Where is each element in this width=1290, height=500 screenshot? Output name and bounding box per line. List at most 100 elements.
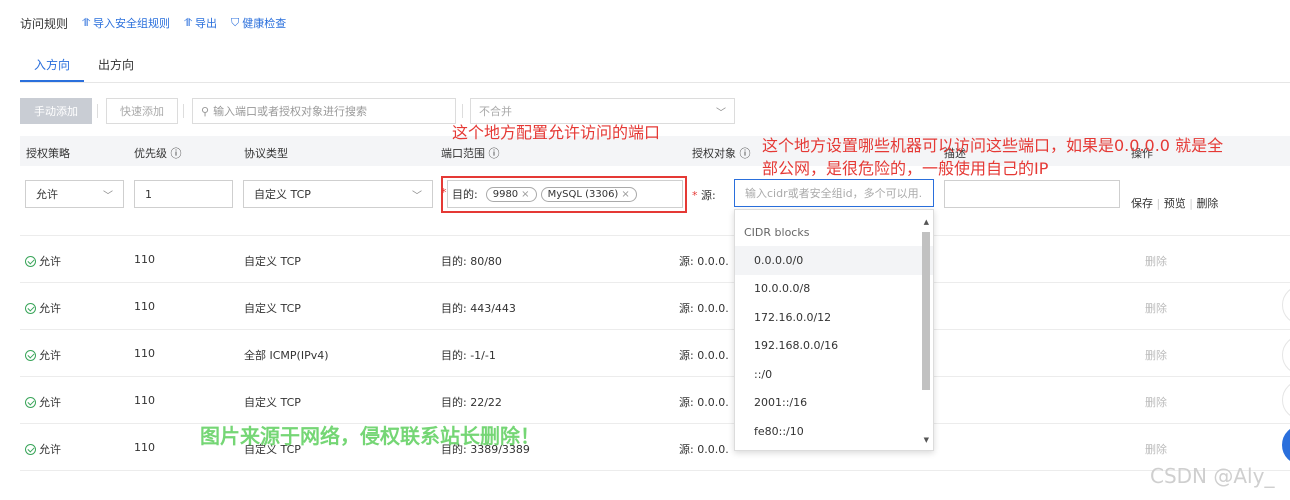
upload-icon: ⥣ <box>82 16 91 29</box>
priority-cell: 110 <box>134 253 155 266</box>
search-icon: ⚲ <box>201 104 210 118</box>
required-mark: * <box>692 189 698 202</box>
col-priority: 优先级 ⓘ <box>134 145 182 161</box>
export-icon: ⥣ <box>184 16 193 29</box>
dropdown-option[interactable]: 192.168.0.0/16 <box>735 332 933 361</box>
port-cell: 目的: 80/80 <box>441 255 502 268</box>
chevron-down-icon: ﹀ <box>103 190 113 202</box>
import-rules-label: 导入安全组规则 <box>93 17 171 30</box>
merge-select[interactable]: 不合并 ﹀ <box>470 98 735 124</box>
tab-outbound[interactable]: 出方向 <box>84 56 148 80</box>
chevron-down-icon: ﹀ <box>412 190 422 202</box>
policy-select[interactable]: 允许 ﹀ <box>25 180 124 208</box>
info-icon: ⓘ <box>739 147 751 160</box>
dropdown-group-label: CIDR blocks <box>744 225 810 239</box>
info-icon: ⓘ <box>488 147 500 160</box>
page-toolbar: 访问规则 ⥣ 导入安全组规则 ⥣ 导出 ⛉ 健康检查 <box>20 14 286 32</box>
search-input[interactable]: ⚲ 输入端口或者授权对象进行搜索 <box>192 98 456 124</box>
delete-link[interactable]: 删除 <box>1145 441 1167 457</box>
delete-link[interactable]: 删除 <box>1145 253 1167 269</box>
floating-button[interactable] <box>1282 335 1290 375</box>
dropdown-option[interactable]: 2001::/16 <box>735 389 933 418</box>
policy-cell: 允许 <box>25 253 61 269</box>
protocol-cell: 自定义 TCP <box>244 396 301 409</box>
dropdown-option[interactable]: ::/0 <box>735 360 933 389</box>
shield-icon: ⛉ <box>231 16 240 29</box>
tab-inbound[interactable]: 入方向 <box>20 56 84 80</box>
row-divider <box>20 376 1290 377</box>
delete-link[interactable]: 删除 <box>1196 197 1218 210</box>
dropdown-option[interactable]: 0.0.0.0/0 <box>735 246 933 275</box>
floating-button[interactable] <box>1282 285 1290 325</box>
floating-button[interactable] <box>1282 380 1290 420</box>
edit-actions: 保存 | 预览 | 删除 <box>1131 195 1218 211</box>
policy-cell: 允许 <box>25 441 61 457</box>
toolbar-divider <box>97 104 98 118</box>
cidr-dropdown: CIDR blocks 0.0.0.0/0 10.0.0.0/8 172.16.… <box>734 209 934 451</box>
annotation-source-line2: 部公网，是很危险的，一般使用自己的IP <box>762 159 1049 178</box>
protocol-cell: 自定义 TCP <box>244 302 301 315</box>
watermark-text: 图片来源于网络，侵权联系站长删除！ <box>200 424 540 448</box>
policy-cell: 允许 <box>25 394 61 410</box>
dropdown-option[interactable]: 172.16.0.0/12 <box>735 303 933 332</box>
credit-text: CSDN @Aly_ <box>1150 464 1275 488</box>
chevron-down-icon: ﹀ <box>716 107 726 119</box>
protocol-cell: 自定义 TCP <box>244 255 301 268</box>
annotation-port: 这个地方配置允许访问的端口 <box>452 123 661 142</box>
col-source: 授权对象 ⓘ <box>692 145 751 161</box>
check-circle-icon <box>25 303 36 314</box>
delete-link[interactable]: 删除 <box>1145 300 1167 316</box>
action-divider: | <box>1189 197 1193 210</box>
health-check-link[interactable]: ⛉ 健康检查 <box>231 15 286 31</box>
delete-link[interactable]: 删除 <box>1145 394 1167 410</box>
port-cell: 目的: 22/22 <box>441 396 502 409</box>
toolbar-divider <box>183 104 184 118</box>
tabs-divider <box>20 82 1290 83</box>
delete-link[interactable]: 删除 <box>1145 347 1167 363</box>
source-label: 源: <box>701 189 716 202</box>
policy-value: 允许 <box>39 255 61 268</box>
save-link[interactable]: 保存 <box>1131 197 1153 210</box>
col-port-label: 端口范围 <box>441 147 485 160</box>
scroll-down-icon[interactable]: ▼ <box>924 436 929 444</box>
highlight-box <box>441 176 687 213</box>
check-circle-icon <box>25 397 36 408</box>
priority-cell: 110 <box>134 441 155 454</box>
port-cell: 目的: -1/-1 <box>441 349 496 362</box>
health-check-label: 健康检查 <box>242 17 287 30</box>
policy-value: 允许 <box>39 396 61 409</box>
row-divider <box>20 329 1290 330</box>
policy-value: 允许 <box>39 349 61 362</box>
row-divider <box>20 470 1290 471</box>
source-cell: 源: 0.0.0. <box>679 255 729 268</box>
manual-add-button[interactable]: 手动添加 <box>20 98 92 124</box>
dropdown-option[interactable]: 10.0.0.0/8 <box>735 275 933 304</box>
source-placeholder: 输入cidr或者安全组id，多个可以用... <box>745 187 923 200</box>
priority-input[interactable]: 1 <box>134 180 233 208</box>
scrollbar-thumb[interactable] <box>922 232 930 390</box>
action-divider: | <box>1156 197 1161 210</box>
port-cell: 目的: 443/443 <box>441 302 516 315</box>
protocol-select-value: 自定义 TCP <box>254 188 311 201</box>
priority-cell: 110 <box>134 300 155 313</box>
scroll-up-icon[interactable]: ▲ <box>924 218 929 226</box>
policy-select-value: 允许 <box>36 188 58 201</box>
col-policy: 授权策略 <box>26 147 70 160</box>
floating-button[interactable] <box>1282 425 1290 465</box>
source-cell: 源: 0.0.0. <box>679 396 729 409</box>
search-placeholder: 输入端口或者授权对象进行搜索 <box>213 105 368 118</box>
source-input[interactable]: 输入cidr或者安全组id，多个可以用... <box>734 179 934 207</box>
col-priority-label: 优先级 <box>134 147 167 160</box>
dropdown-option[interactable]: fe80::/10 <box>735 417 933 446</box>
policy-value: 允许 <box>39 302 61 315</box>
row-divider <box>20 235 1290 236</box>
description-input[interactable] <box>944 180 1120 208</box>
col-port: 端口范围 ⓘ <box>441 145 500 161</box>
export-link[interactable]: ⥣ 导出 <box>184 15 217 31</box>
protocol-select[interactable]: 自定义 TCP ﹀ <box>243 180 433 208</box>
policy-cell: 允许 <box>25 347 61 363</box>
merge-select-value: 不合并 <box>479 105 512 118</box>
preview-link[interactable]: 预览 <box>1164 197 1186 210</box>
import-rules-link[interactable]: ⥣ 导入安全组规则 <box>82 15 170 31</box>
quick-add-button[interactable]: 快速添加 <box>106 98 178 124</box>
